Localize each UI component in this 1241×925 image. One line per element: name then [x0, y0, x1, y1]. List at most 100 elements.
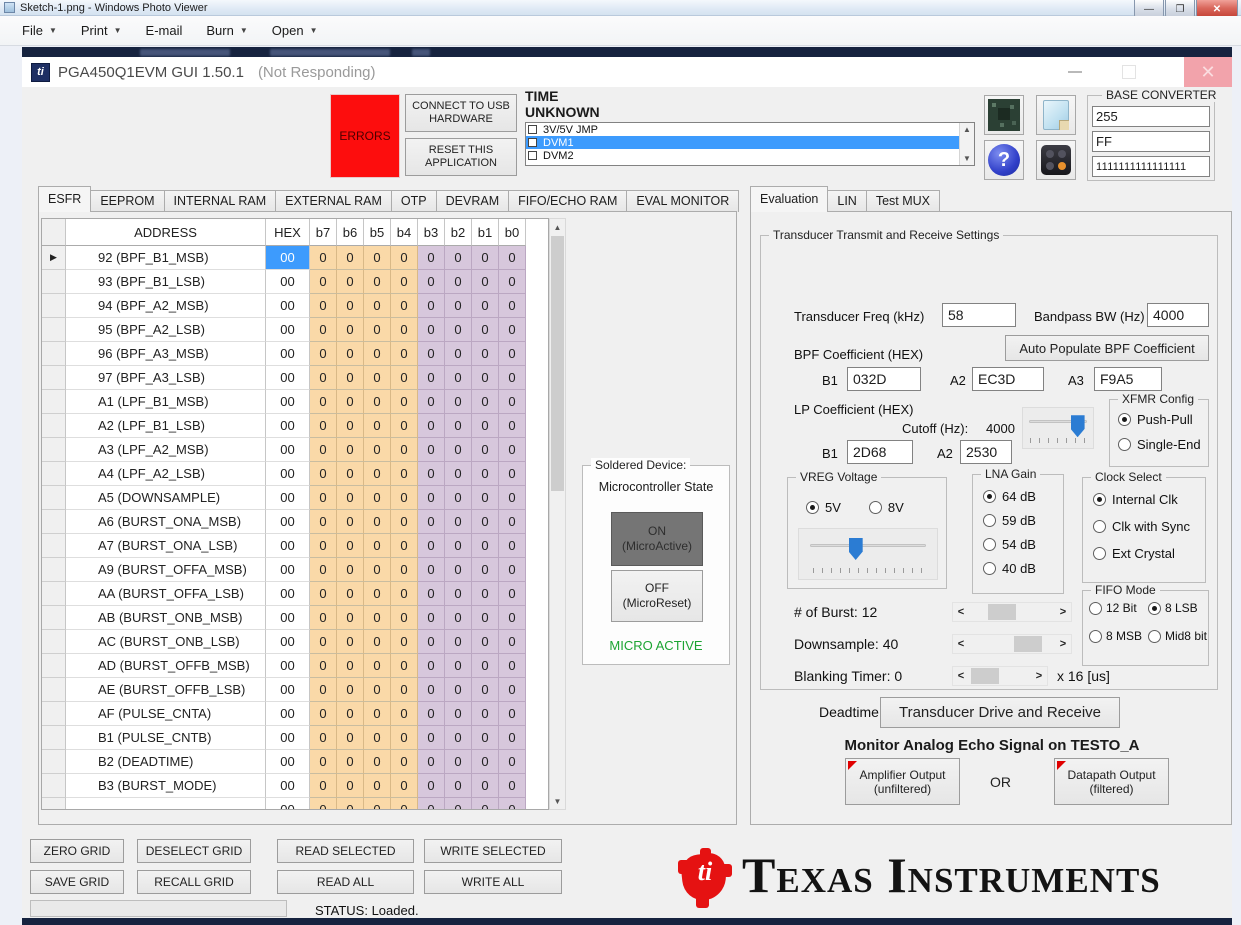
- bit-cell[interactable]: 0: [337, 462, 364, 486]
- bit-cell[interactable]: 0: [391, 774, 418, 798]
- footer-button-read-all[interactable]: READ ALL: [277, 870, 414, 894]
- radio-option-40-db[interactable]: 40 dB: [983, 561, 1036, 576]
- row-selector-cell[interactable]: [42, 366, 66, 390]
- scroll-down-icon[interactable]: ▼: [963, 154, 971, 163]
- bit-cell[interactable]: 0: [472, 342, 499, 366]
- hex-cell[interactable]: 00: [266, 582, 310, 606]
- bit-cell[interactable]: 0: [391, 558, 418, 582]
- bit-cell[interactable]: 0: [418, 678, 445, 702]
- micro-off-button[interactable]: OFF (MicroReset): [611, 570, 703, 622]
- row-selector-cell[interactable]: [42, 750, 66, 774]
- bit-cell[interactable]: 0: [337, 726, 364, 750]
- slider-thumb[interactable]: [848, 538, 863, 560]
- table-row[interactable]: AE (BURST_OFFB_LSB) 00 0 0 0 0 0 0 0 0: [42, 678, 548, 702]
- bit-cell[interactable]: 0: [445, 582, 472, 606]
- scroll-down-icon[interactable]: ▼: [550, 793, 565, 809]
- bit-cell[interactable]: 0: [391, 270, 418, 294]
- bit-cell[interactable]: 0: [445, 726, 472, 750]
- bit-cell[interactable]: 0: [391, 294, 418, 318]
- bit-cell[interactable]: 0: [337, 270, 364, 294]
- bit-cell[interactable]: 0: [391, 798, 418, 809]
- hex-cell[interactable]: 00: [266, 438, 310, 462]
- table-row[interactable]: 96 (BPF_A3_MSB) 00 0 0 0 0 0 0 0 0: [42, 342, 548, 366]
- hex-cell[interactable]: 00: [266, 390, 310, 414]
- bit-cell[interactable]: 0: [364, 438, 391, 462]
- bit-cell[interactable]: 0: [364, 366, 391, 390]
- hex-cell[interactable]: 00: [266, 462, 310, 486]
- bit-cell[interactable]: 0: [418, 510, 445, 534]
- hex-cell[interactable]: 00: [266, 294, 310, 318]
- bit-cell[interactable]: 0: [472, 726, 499, 750]
- bit-cell[interactable]: 0: [472, 486, 499, 510]
- scrollbar-thumb[interactable]: [1013, 636, 1042, 652]
- bit-cell[interactable]: 0: [418, 630, 445, 654]
- radio-option-5v[interactable]: 5V: [806, 500, 841, 515]
- bit-cell[interactable]: 0: [337, 438, 364, 462]
- bit-cell[interactable]: 0: [364, 534, 391, 558]
- bit-cell[interactable]: 0: [472, 702, 499, 726]
- bit-cell[interactable]: 0: [418, 414, 445, 438]
- bit-cell[interactable]: 0: [445, 534, 472, 558]
- bit-cell[interactable]: 0: [445, 678, 472, 702]
- hex-cell[interactable]: 00: [266, 606, 310, 630]
- bit-cell[interactable]: 0: [499, 366, 526, 390]
- bit-cell[interactable]: 0: [445, 654, 472, 678]
- bit-cell[interactable]: 0: [445, 366, 472, 390]
- bit-cell[interactable]: 0: [445, 558, 472, 582]
- bit-cell[interactable]: 0: [337, 630, 364, 654]
- bit-cell[interactable]: 0: [418, 318, 445, 342]
- bit-cell[interactable]: 0: [445, 390, 472, 414]
- bit-cell[interactable]: 0: [364, 342, 391, 366]
- tab-esfr[interactable]: ESFR: [38, 186, 92, 212]
- address-cell[interactable]: A5 (DOWNSAMPLE): [66, 486, 266, 510]
- table-row[interactable]: AD (BURST_OFFB_MSB) 00 0 0 0 0 0 0 0 0: [42, 654, 548, 678]
- reset-application-button[interactable]: RESET THIS APPLICATION: [405, 138, 517, 176]
- bit-cell[interactable]: 0: [472, 390, 499, 414]
- row-selector-cell[interactable]: [42, 438, 66, 462]
- footer-button-zero-grid[interactable]: ZERO GRID: [30, 839, 124, 863]
- auto-populate-bpf-button[interactable]: Auto Populate BPF Coefficient: [1005, 335, 1209, 361]
- bit-cell[interactable]: 0: [499, 438, 526, 462]
- radio-option-clk-with-sync[interactable]: Clk with Sync: [1093, 519, 1190, 534]
- bpf-b1-field[interactable]: 032D: [847, 367, 921, 391]
- row-selector-cell[interactable]: [42, 414, 66, 438]
- bandpass-bw-field[interactable]: 4000: [1147, 303, 1209, 327]
- address-cell[interactable]: A3 (LPF_A2_MSB): [66, 438, 266, 462]
- bit-cell[interactable]: 0: [337, 366, 364, 390]
- hex-cell[interactable]: 00: [266, 318, 310, 342]
- radio-option-59-db[interactable]: 59 dB: [983, 513, 1036, 528]
- bit-cell[interactable]: 0: [391, 438, 418, 462]
- board-image-button[interactable]: [984, 95, 1024, 135]
- row-selector-cell[interactable]: [42, 342, 66, 366]
- bit-cell[interactable]: 0: [472, 606, 499, 630]
- bit-cell[interactable]: 0: [310, 654, 337, 678]
- bit-cell[interactable]: 0: [310, 414, 337, 438]
- bit-cell[interactable]: 0: [310, 366, 337, 390]
- address-cell[interactable]: AF (PULSE_CNTA): [66, 702, 266, 726]
- bit-cell[interactable]: 0: [364, 414, 391, 438]
- address-cell[interactable]: A7 (BURST_ONA_LSB): [66, 534, 266, 558]
- menu-item-file[interactable]: File ▼: [10, 19, 69, 42]
- hex-cell[interactable]: 00: [266, 558, 310, 582]
- hex-cell[interactable]: 00: [266, 678, 310, 702]
- bit-cell[interactable]: 0: [472, 798, 499, 809]
- blanking-scrollbar[interactable]: < >: [952, 666, 1048, 686]
- bit-cell[interactable]: 0: [310, 462, 337, 486]
- row-selector-cell[interactable]: [42, 510, 66, 534]
- scroll-right-icon[interactable]: >: [1031, 670, 1047, 682]
- bit-cell[interactable]: 0: [337, 510, 364, 534]
- bit-cell[interactable]: 0: [472, 438, 499, 462]
- address-cell[interactable]: A9 (BURST_OFFA_MSB): [66, 558, 266, 582]
- address-cell[interactable]: B2 (DEADTIME): [66, 750, 266, 774]
- bit-cell[interactable]: 0: [445, 750, 472, 774]
- bit-cell[interactable]: 0: [472, 294, 499, 318]
- table-row[interactable]: AF (PULSE_CNTA) 00 0 0 0 0 0 0 0 0: [42, 702, 548, 726]
- table-row[interactable]: 93 (BPF_B1_LSB) 00 0 0 0 0 0 0 0 0: [42, 270, 548, 294]
- address-cell[interactable]: [66, 798, 266, 809]
- tab-evaluation[interactable]: Evaluation: [750, 186, 829, 212]
- bit-cell[interactable]: 0: [337, 342, 364, 366]
- hex-cell[interactable]: 00: [266, 342, 310, 366]
- bit-cell[interactable]: 0: [391, 702, 418, 726]
- app-close-button[interactable]: ✕: [1184, 57, 1232, 87]
- hex-cell[interactable]: 00: [266, 366, 310, 390]
